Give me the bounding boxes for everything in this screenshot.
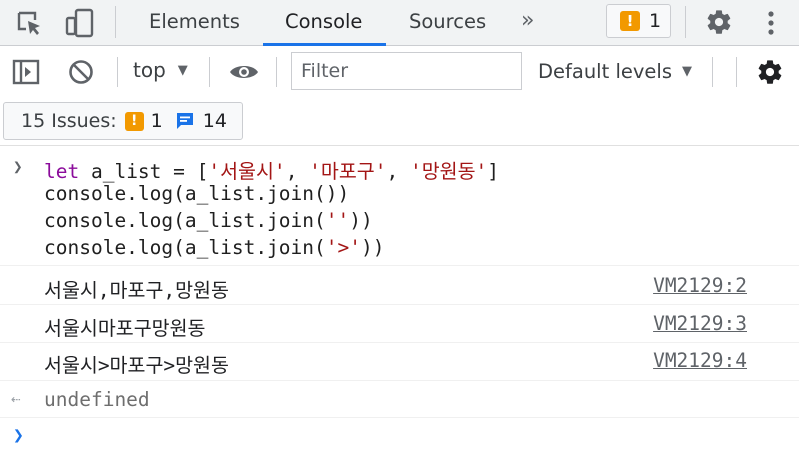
tab-console[interactable]: Console: [285, 0, 362, 46]
more-options-icon[interactable]: [760, 8, 782, 38]
return-value: undefined: [44, 388, 150, 411]
source-link[interactable]: VM2129:2: [653, 274, 747, 297]
code-text: console.log(a_list.join()): [44, 182, 350, 205]
dropdown-caret-icon: ▼: [177, 62, 188, 78]
issues-warning-count: 1: [150, 110, 163, 132]
issues-button[interactable]: 15 Issues: ! 1 14: [3, 102, 243, 140]
settings-gear-icon[interactable]: [703, 6, 735, 38]
code-string: '망원동': [409, 160, 488, 183]
issues-badge-button[interactable]: ! 1: [606, 4, 671, 38]
tab-bar-divider: [685, 6, 686, 38]
log-message: 서울시,마포구,망원동: [44, 279, 229, 302]
code-keyword: let: [44, 160, 80, 183]
issues-badge-count: 1: [649, 10, 662, 32]
device-toolbar-icon[interactable]: [63, 6, 97, 40]
code-text: ]: [487, 160, 500, 183]
code-string: '서울시': [208, 160, 286, 183]
prompt-chevron-icon: ❯: [13, 425, 24, 446]
tab-elements[interactable]: Elements: [149, 0, 240, 46]
issues-bar: 15 Issues: ! 1 14: [0, 97, 799, 146]
code-string: '>': [325, 236, 361, 259]
active-tab-indicator: [263, 43, 386, 46]
input-chevron-icon: ❯: [13, 157, 23, 176]
source-link[interactable]: VM2129:4: [653, 349, 747, 372]
log-levels-label: Default levels: [538, 60, 672, 83]
live-expression-eye-icon[interactable]: [226, 60, 262, 84]
log-message: 서울시마포구망원동: [44, 317, 206, 340]
return-arrow-icon: ⇠: [11, 389, 21, 408]
console-return-row: ⇠ undefined: [0, 381, 799, 418]
tab-sources[interactable]: Sources: [409, 0, 486, 46]
code-line: let a_list = ['서울시', '마포구', '망원동']: [44, 155, 499, 184]
code-text: console.log(a_list.join(: [44, 236, 326, 259]
clear-console-icon[interactable]: [67, 58, 95, 86]
code-text: )): [349, 209, 373, 232]
more-tabs-icon[interactable]: »: [521, 8, 535, 33]
source-link[interactable]: VM2129:3: [653, 312, 747, 335]
console-prompt-row[interactable]: ❯: [0, 418, 799, 458]
issues-info-count: 14: [202, 110, 227, 132]
console-input-entry: ❯ let a_list = ['서울시', '마포구', '망원동'] con…: [0, 147, 799, 266]
log-levels-dropdown[interactable]: Default levels ▼: [538, 60, 692, 83]
toolbar-divider: [209, 57, 210, 87]
code-text: ,: [386, 160, 410, 183]
warning-icon: !: [124, 111, 144, 131]
log-message: 서울시>마포구>망원동: [44, 354, 229, 377]
dropdown-caret-icon: ▼: [681, 64, 692, 79]
message-icon: [175, 111, 195, 131]
console-output: ❯ let a_list = ['서울시', '마포구', '망원동'] con…: [0, 147, 799, 464]
console-log-row: 서울시>마포구>망원동 VM2129:4: [0, 343, 799, 381]
console-log-row: 서울시,마포구,망원동 VM2129:2: [0, 266, 799, 305]
code-text: ,: [285, 160, 310, 183]
code-line: console.log(a_list.join('>')): [44, 236, 384, 259]
warning-icon: !: [620, 11, 640, 31]
filter-input[interactable]: [291, 52, 522, 90]
toolbar-divider: [117, 57, 118, 87]
inspect-element-icon[interactable]: [14, 8, 44, 38]
context-selector[interactable]: top ▼: [133, 58, 188, 82]
context-selector-value: top: [133, 58, 166, 82]
console-settings-gear-icon[interactable]: [754, 57, 786, 87]
code-line: console.log(a_list.join('')): [44, 209, 373, 232]
tab-bar-divider: [115, 6, 116, 38]
toolbar-divider: [276, 57, 277, 87]
code-string: '': [325, 209, 350, 232]
toolbar-divider: [736, 57, 737, 87]
code-text: a_list = [: [79, 160, 209, 183]
devtools-tab-bar: Elements Console Sources » ! 1: [0, 0, 799, 46]
code-text: console.log(a_list.join(: [44, 209, 326, 232]
toolbar-divider: [712, 57, 713, 87]
code-text: )): [361, 236, 385, 259]
code-line: console.log(a_list.join()): [44, 182, 349, 205]
code-string: '마포구': [309, 160, 387, 183]
console-log-row: 서울시마포구망원동 VM2129:3: [0, 305, 799, 343]
issues-label: 15 Issues:: [21, 110, 117, 132]
sidebar-toggle-icon[interactable]: [11, 58, 41, 86]
